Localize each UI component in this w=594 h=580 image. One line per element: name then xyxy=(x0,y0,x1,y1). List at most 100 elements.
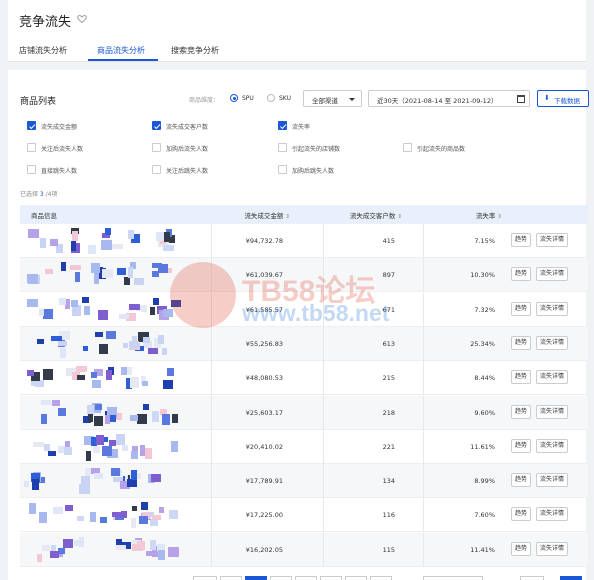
page-prev[interactable] xyxy=(193,576,217,580)
column-divider xyxy=(423,395,424,430)
section-title: 商品列表 xyxy=(20,97,57,107)
tab-product-loss[interactable]: 商品流失分析 xyxy=(97,45,145,56)
page-button[interactable] xyxy=(370,576,392,580)
checkbox-label[interactable]: 流失成交金额 xyxy=(41,122,77,131)
loss-detail-button[interactable]: 流失详情 xyxy=(536,370,569,385)
watermark: TB58论坛 www.tb58.net xyxy=(170,262,460,342)
sort-icon[interactable]: ⇕ xyxy=(285,214,290,220)
checkbox-direct-bounce[interactable] xyxy=(27,165,36,174)
radio-sku-label[interactable]: SKU xyxy=(279,95,291,102)
trend-button[interactable]: 趋势 xyxy=(511,473,532,488)
page-jump-button[interactable] xyxy=(560,576,582,580)
col-loss-customers[interactable]: 流失成交客户数 ⇕ xyxy=(350,210,402,220)
trend-button[interactable]: 趋势 xyxy=(511,404,532,419)
loss-rate-cell: 7.60% xyxy=(474,511,495,520)
col-loss-rate[interactable]: 流失率 ⇕ xyxy=(476,210,502,220)
date-range-picker[interactable]: 近30天（2021-08-14 至 2021-09-12） xyxy=(368,90,530,107)
channel-select[interactable]: 全部渠道 xyxy=(303,90,362,107)
product-thumbnail[interactable] xyxy=(24,296,184,323)
loss-detail-button[interactable]: 流失详情 xyxy=(536,473,569,488)
loss-detail-button[interactable]: 流失详情 xyxy=(536,301,569,316)
sort-icon[interactable]: ⇕ xyxy=(497,214,502,220)
trend-button[interactable]: 趋势 xyxy=(511,541,532,556)
checkbox-loss-customers[interactable] xyxy=(152,121,161,130)
product-thumbnail[interactable] xyxy=(24,433,184,461)
product-thumbnail[interactable] xyxy=(24,262,184,288)
tab-search-competition[interactable]: 搜索竞争分析 xyxy=(171,45,219,56)
checkbox-label[interactable]: 关注后跳失人数 xyxy=(166,166,208,175)
column-divider xyxy=(211,395,212,430)
radio-spu-label[interactable]: SPU xyxy=(242,95,254,102)
page-jump-input[interactable] xyxy=(520,576,544,580)
page-size-select[interactable] xyxy=(423,576,483,580)
download-label: 下载数据 xyxy=(554,97,580,105)
product-thumbnail[interactable] xyxy=(24,228,184,254)
col-loss-rate-label: 流失率 xyxy=(475,212,496,220)
loss-amount-cell: ¥48,080.53 xyxy=(245,374,283,383)
sort-icon[interactable]: ⇕ xyxy=(397,214,402,220)
checkbox-label[interactable]: 直接跳失人数 xyxy=(41,166,77,175)
col-loss-customers-label: 流失成交客户数 xyxy=(349,212,396,220)
col-loss-amount[interactable]: 流失成交金额 ⇕ xyxy=(244,210,290,220)
page-button[interactable] xyxy=(220,576,242,580)
loss-amount-cell: ¥16,202.05 xyxy=(245,545,283,554)
trend-button[interactable]: 趋势 xyxy=(511,335,532,350)
checkbox-label[interactable]: 加购后流失人数 xyxy=(166,144,208,153)
checkbox-label[interactable]: 引起流失的店铺数 xyxy=(292,144,340,153)
channel-select-value: 全部渠道 xyxy=(312,97,338,105)
loss-customers-cell: 221 xyxy=(382,442,395,451)
checkbox-follow-loss[interactable] xyxy=(27,143,36,152)
trend-button[interactable]: 趋势 xyxy=(511,301,532,316)
column-divider xyxy=(211,224,212,258)
loss-detail-button[interactable]: 流失详情 xyxy=(536,233,569,247)
checkbox-loss-products[interactable] xyxy=(403,143,412,152)
product-thumbnail[interactable] xyxy=(24,536,184,563)
checkbox-label[interactable]: 流失率 xyxy=(292,122,310,131)
checkbox-follow-bounce[interactable] xyxy=(152,165,161,174)
checkbox-loss-shops[interactable] xyxy=(278,143,287,152)
radio-spu[interactable] xyxy=(230,94,238,102)
loss-detail-button[interactable]: 流失详情 xyxy=(536,541,569,556)
checkbox-label[interactable]: 关注后流失人数 xyxy=(41,144,83,153)
trend-button[interactable]: 趋势 xyxy=(511,438,532,453)
loss-detail-button[interactable]: 流失详情 xyxy=(536,507,569,522)
trend-button[interactable]: 趋势 xyxy=(511,507,532,522)
page-button[interactable] xyxy=(295,576,317,580)
column-divider xyxy=(323,224,324,258)
column-divider xyxy=(211,464,212,499)
checkbox-cart-loss[interactable] xyxy=(152,143,161,152)
table-header: 商品信息 流失成交金额 ⇕ 流失成交客户数 ⇕ 流失率 ⇕ xyxy=(20,205,588,224)
trend-button[interactable]: 趋势 xyxy=(511,233,532,247)
dimension-label: 商品维度： xyxy=(189,97,220,104)
table-row: ¥94,732.78 415 7.15% 趋势 流失详情 xyxy=(20,224,588,258)
product-thumbnail[interactable] xyxy=(24,399,184,426)
radio-sku[interactable] xyxy=(267,94,275,102)
page-button[interactable] xyxy=(320,576,342,580)
loss-customers-cell: 215 xyxy=(382,374,395,383)
heart-icon[interactable] xyxy=(77,14,87,24)
loss-detail-button[interactable]: 流失详情 xyxy=(536,267,569,282)
checkbox-label[interactable]: 引起流失的商品数 xyxy=(417,144,465,153)
checkbox-loss-rate[interactable] xyxy=(278,121,287,130)
page-button[interactable] xyxy=(270,576,292,580)
loss-rate-cell: 9.60% xyxy=(474,408,495,417)
loss-detail-button[interactable]: 流失详情 xyxy=(536,335,569,350)
tab-shop-loss[interactable]: 店铺流失分析 xyxy=(19,45,67,56)
loss-amount-cell: ¥25,603.17 xyxy=(245,408,283,417)
page-button[interactable] xyxy=(345,576,367,580)
loss-rate-cell: 25.34% xyxy=(470,339,495,348)
product-thumbnail[interactable] xyxy=(24,502,184,529)
page-button-active[interactable] xyxy=(245,576,267,580)
product-thumbnail[interactable] xyxy=(24,330,184,358)
product-thumbnail[interactable] xyxy=(24,365,184,391)
product-thumbnail[interactable] xyxy=(24,468,184,495)
trend-button[interactable]: 趋势 xyxy=(511,370,532,385)
checkbox-label[interactable]: 加购后跳失人数 xyxy=(292,166,334,175)
checkbox-loss-amount[interactable] xyxy=(27,121,36,130)
loss-detail-button[interactable]: 流失详情 xyxy=(536,438,569,453)
loss-detail-button[interactable]: 流失详情 xyxy=(536,404,569,419)
trend-button[interactable]: 趋势 xyxy=(511,267,532,282)
checkbox-label[interactable]: 流失成交客户数 xyxy=(166,122,208,131)
download-button[interactable]: ⬇ 下载数据 xyxy=(537,90,589,107)
checkbox-cart-bounce[interactable] xyxy=(278,165,287,174)
